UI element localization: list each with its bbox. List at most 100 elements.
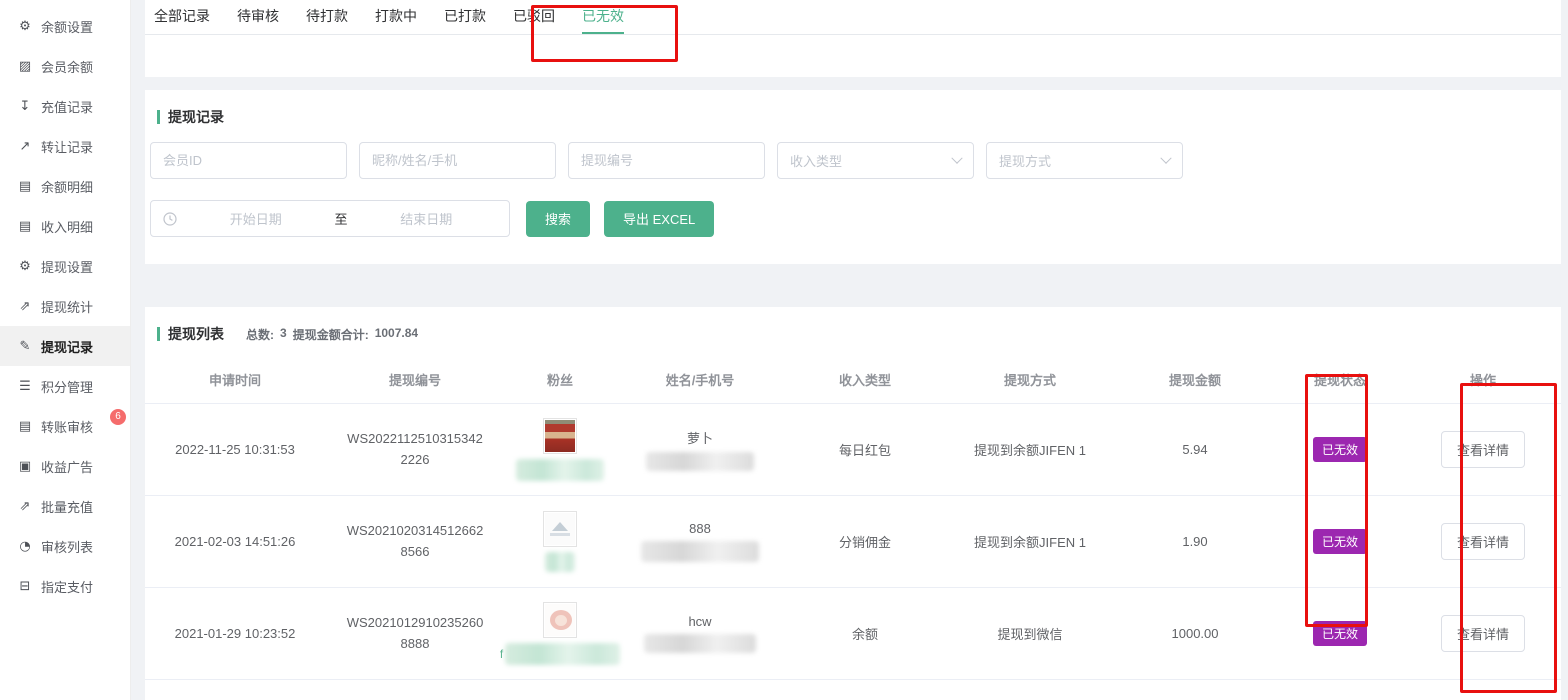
table-row: 2022-11-25 10:31:53 WS2022112510315342 2…	[145, 404, 1561, 496]
sidebar-item-withdraw-stats[interactable]: ⇗ 提现统计	[0, 286, 130, 326]
sidebar-item-member-balance[interactable]: ▨ 会员余额	[0, 46, 130, 86]
column-header-fan: 粉丝	[505, 370, 615, 389]
table-row: 2021-02-03 14:51:26 WS2021020314512662 8…	[145, 496, 1561, 588]
gauge-icon: ◔	[17, 539, 33, 554]
search-button[interactable]: 搜索	[526, 201, 590, 237]
list-panel-title: 提现列表 总数: 3 提现金额合计: 1007.84	[145, 307, 1561, 344]
square-minus-icon: ⊟	[17, 579, 33, 594]
table-header-row: 申请时间 提现编号 粉丝 姓名/手机号 收入类型 提现方式 提现金额 提现状态 …	[145, 356, 1561, 404]
download-icon: ↧	[17, 99, 33, 114]
export-excel-button[interactable]: 导出 EXCEL	[604, 201, 714, 237]
document-icon: ▤	[17, 419, 33, 434]
sidebar-item-label: 提现统计	[41, 297, 93, 316]
amount-value: 1007.84	[375, 326, 418, 343]
sidebar-item-income-details[interactable]: ▤ 收入明细	[0, 206, 130, 246]
sidebar-item-withdraw-settings[interactable]: ⚙ 提现设置	[0, 246, 130, 286]
amount-label: 提现金额合计:	[293, 326, 369, 343]
withdraw-amount-cell: 1000.00	[1115, 626, 1275, 641]
title-accent-bar	[157, 327, 160, 341]
income-type-cell: 每日红包	[785, 440, 945, 459]
column-header-withdraw-code: 提现编号	[325, 370, 505, 389]
fan-name: 888	[689, 521, 711, 536]
external-link-icon: ↗	[17, 139, 33, 154]
nickname-input[interactable]	[359, 142, 556, 179]
tab-paying[interactable]: 打款中	[375, 0, 417, 34]
sidebar-item-withdraw-records[interactable]: ✎ 提现记录	[0, 326, 130, 366]
coins-icon: ☰	[17, 379, 33, 394]
income-type-select[interactable]: 收入类型	[777, 142, 974, 179]
date-separator: 至	[335, 209, 348, 228]
blurred-phone	[644, 634, 756, 653]
document-icon: ▤	[17, 179, 33, 194]
column-header-withdraw-status: 提现状态	[1275, 370, 1405, 389]
tab-all-records[interactable]: 全部记录	[154, 0, 210, 34]
apply-time-cell: 2021-01-29 10:23:52	[145, 626, 325, 641]
tab-rejected[interactable]: 已驳回	[513, 0, 555, 34]
document-icon: ▤	[17, 219, 33, 234]
pencil-icon: ✎	[17, 339, 33, 354]
name-phone-cell: hcw	[615, 614, 785, 653]
column-header-action: 操作	[1405, 370, 1561, 389]
view-detail-button[interactable]: 查看详情	[1441, 431, 1525, 468]
chevron-down-icon	[951, 152, 962, 163]
member-id-input[interactable]	[150, 142, 347, 179]
search-panel-title: 提现记录	[145, 90, 1561, 127]
blurred-phone	[646, 452, 754, 471]
sidebar-item-batch-recharge[interactable]: ⇗ 批量充值	[0, 486, 130, 526]
apply-time-cell: 2022-11-25 10:31:53	[145, 442, 325, 457]
withdraw-amount-cell: 1.90	[1115, 534, 1275, 549]
tab-pending-review[interactable]: 待审核	[237, 0, 279, 34]
status-badge: 已无效	[1313, 621, 1367, 646]
withdraw-code-cell: WS2022112510315342 2226	[325, 429, 505, 471]
fan-cell: f	[505, 602, 615, 665]
chart-line-icon: ⇗	[17, 499, 33, 514]
view-detail-button[interactable]: 查看详情	[1441, 523, 1525, 560]
fan-cell	[505, 418, 615, 481]
sidebar-item-label: 审核列表	[41, 537, 93, 556]
income-type-select-placeholder: 收入类型	[790, 151, 842, 170]
sidebar-item-label: 积分管理	[41, 377, 93, 396]
tab-paid[interactable]: 已打款	[444, 0, 486, 34]
clock-icon	[163, 212, 177, 226]
column-header-withdraw-method: 提现方式	[945, 370, 1115, 389]
sidebar-item-revenue-ads[interactable]: ▣ 收益广告	[0, 446, 130, 486]
withdraw-code-cell: WS2021020314512662 8566	[325, 521, 505, 563]
column-header-name-phone: 姓名/手机号	[615, 370, 785, 389]
gear-icon: ⚙	[17, 19, 33, 34]
sidebar-item-transfer-records[interactable]: ↗ 转让记录	[0, 126, 130, 166]
apply-time-cell: 2021-02-03 14:51:26	[145, 534, 325, 549]
fan-avatar-placeholder	[543, 511, 577, 547]
withdraw-code-input[interactable]	[568, 142, 765, 179]
search-panel: 提现记录 收入类型 提现方式 开始日期 至 结束日期 搜索 导出 EXCEL	[145, 90, 1561, 264]
fan-name: hcw	[688, 614, 711, 629]
tab-pending-payment[interactable]: 待打款	[306, 0, 348, 34]
sidebar-item-review-list[interactable]: ◔ 审核列表	[0, 526, 130, 566]
sidebar-item-designated-payment[interactable]: ⊟ 指定支付	[0, 566, 130, 606]
table-row: 2021-01-29 10:23:52 WS2021012910235260 8…	[145, 588, 1561, 680]
sidebar-item-points-management[interactable]: ☰ 积分管理	[0, 366, 130, 406]
withdraw-method-cell: 提现到微信	[945, 624, 1115, 643]
withdraw-method-select-placeholder: 提现方式	[999, 151, 1051, 170]
sidebar-item-transfer-review[interactable]: ▤ 转账审核 6	[0, 406, 130, 446]
withdraw-amount-cell: 5.94	[1115, 442, 1275, 457]
income-type-cell: 分销佣金	[785, 532, 945, 551]
withdraw-list-panel: 提现列表 总数: 3 提现金额合计: 1007.84 申请时间 提现编号 粉丝 …	[145, 307, 1561, 700]
sidebar-item-label: 提现设置	[41, 257, 93, 276]
list-stats: 总数: 3 提现金额合计: 1007.84	[246, 326, 418, 343]
sidebar-item-label: 指定支付	[41, 577, 93, 596]
sidebar-item-label: 收益广告	[41, 457, 93, 476]
image-icon: ▣	[17, 459, 33, 474]
income-type-cell: 余额	[785, 624, 945, 643]
sidebar-item-balance-settings[interactable]: ⚙ 余额设置	[0, 6, 130, 46]
blurred-phone	[641, 541, 759, 562]
column-header-apply-time: 申请时间	[145, 370, 325, 389]
blurred-nickname	[545, 552, 575, 572]
sidebar-item-balance-details[interactable]: ▤ 余额明细	[0, 166, 130, 206]
status-badge: 已无效	[1313, 437, 1367, 462]
view-detail-button[interactable]: 查看详情	[1441, 615, 1525, 652]
withdraw-method-select[interactable]: 提现方式	[986, 142, 1183, 179]
tab-invalid[interactable]: 已无效	[582, 0, 624, 34]
date-range-picker[interactable]: 开始日期 至 结束日期	[150, 200, 510, 237]
sidebar-item-recharge-records[interactable]: ↧ 充值记录	[0, 86, 130, 126]
chevron-down-icon	[1160, 152, 1171, 163]
